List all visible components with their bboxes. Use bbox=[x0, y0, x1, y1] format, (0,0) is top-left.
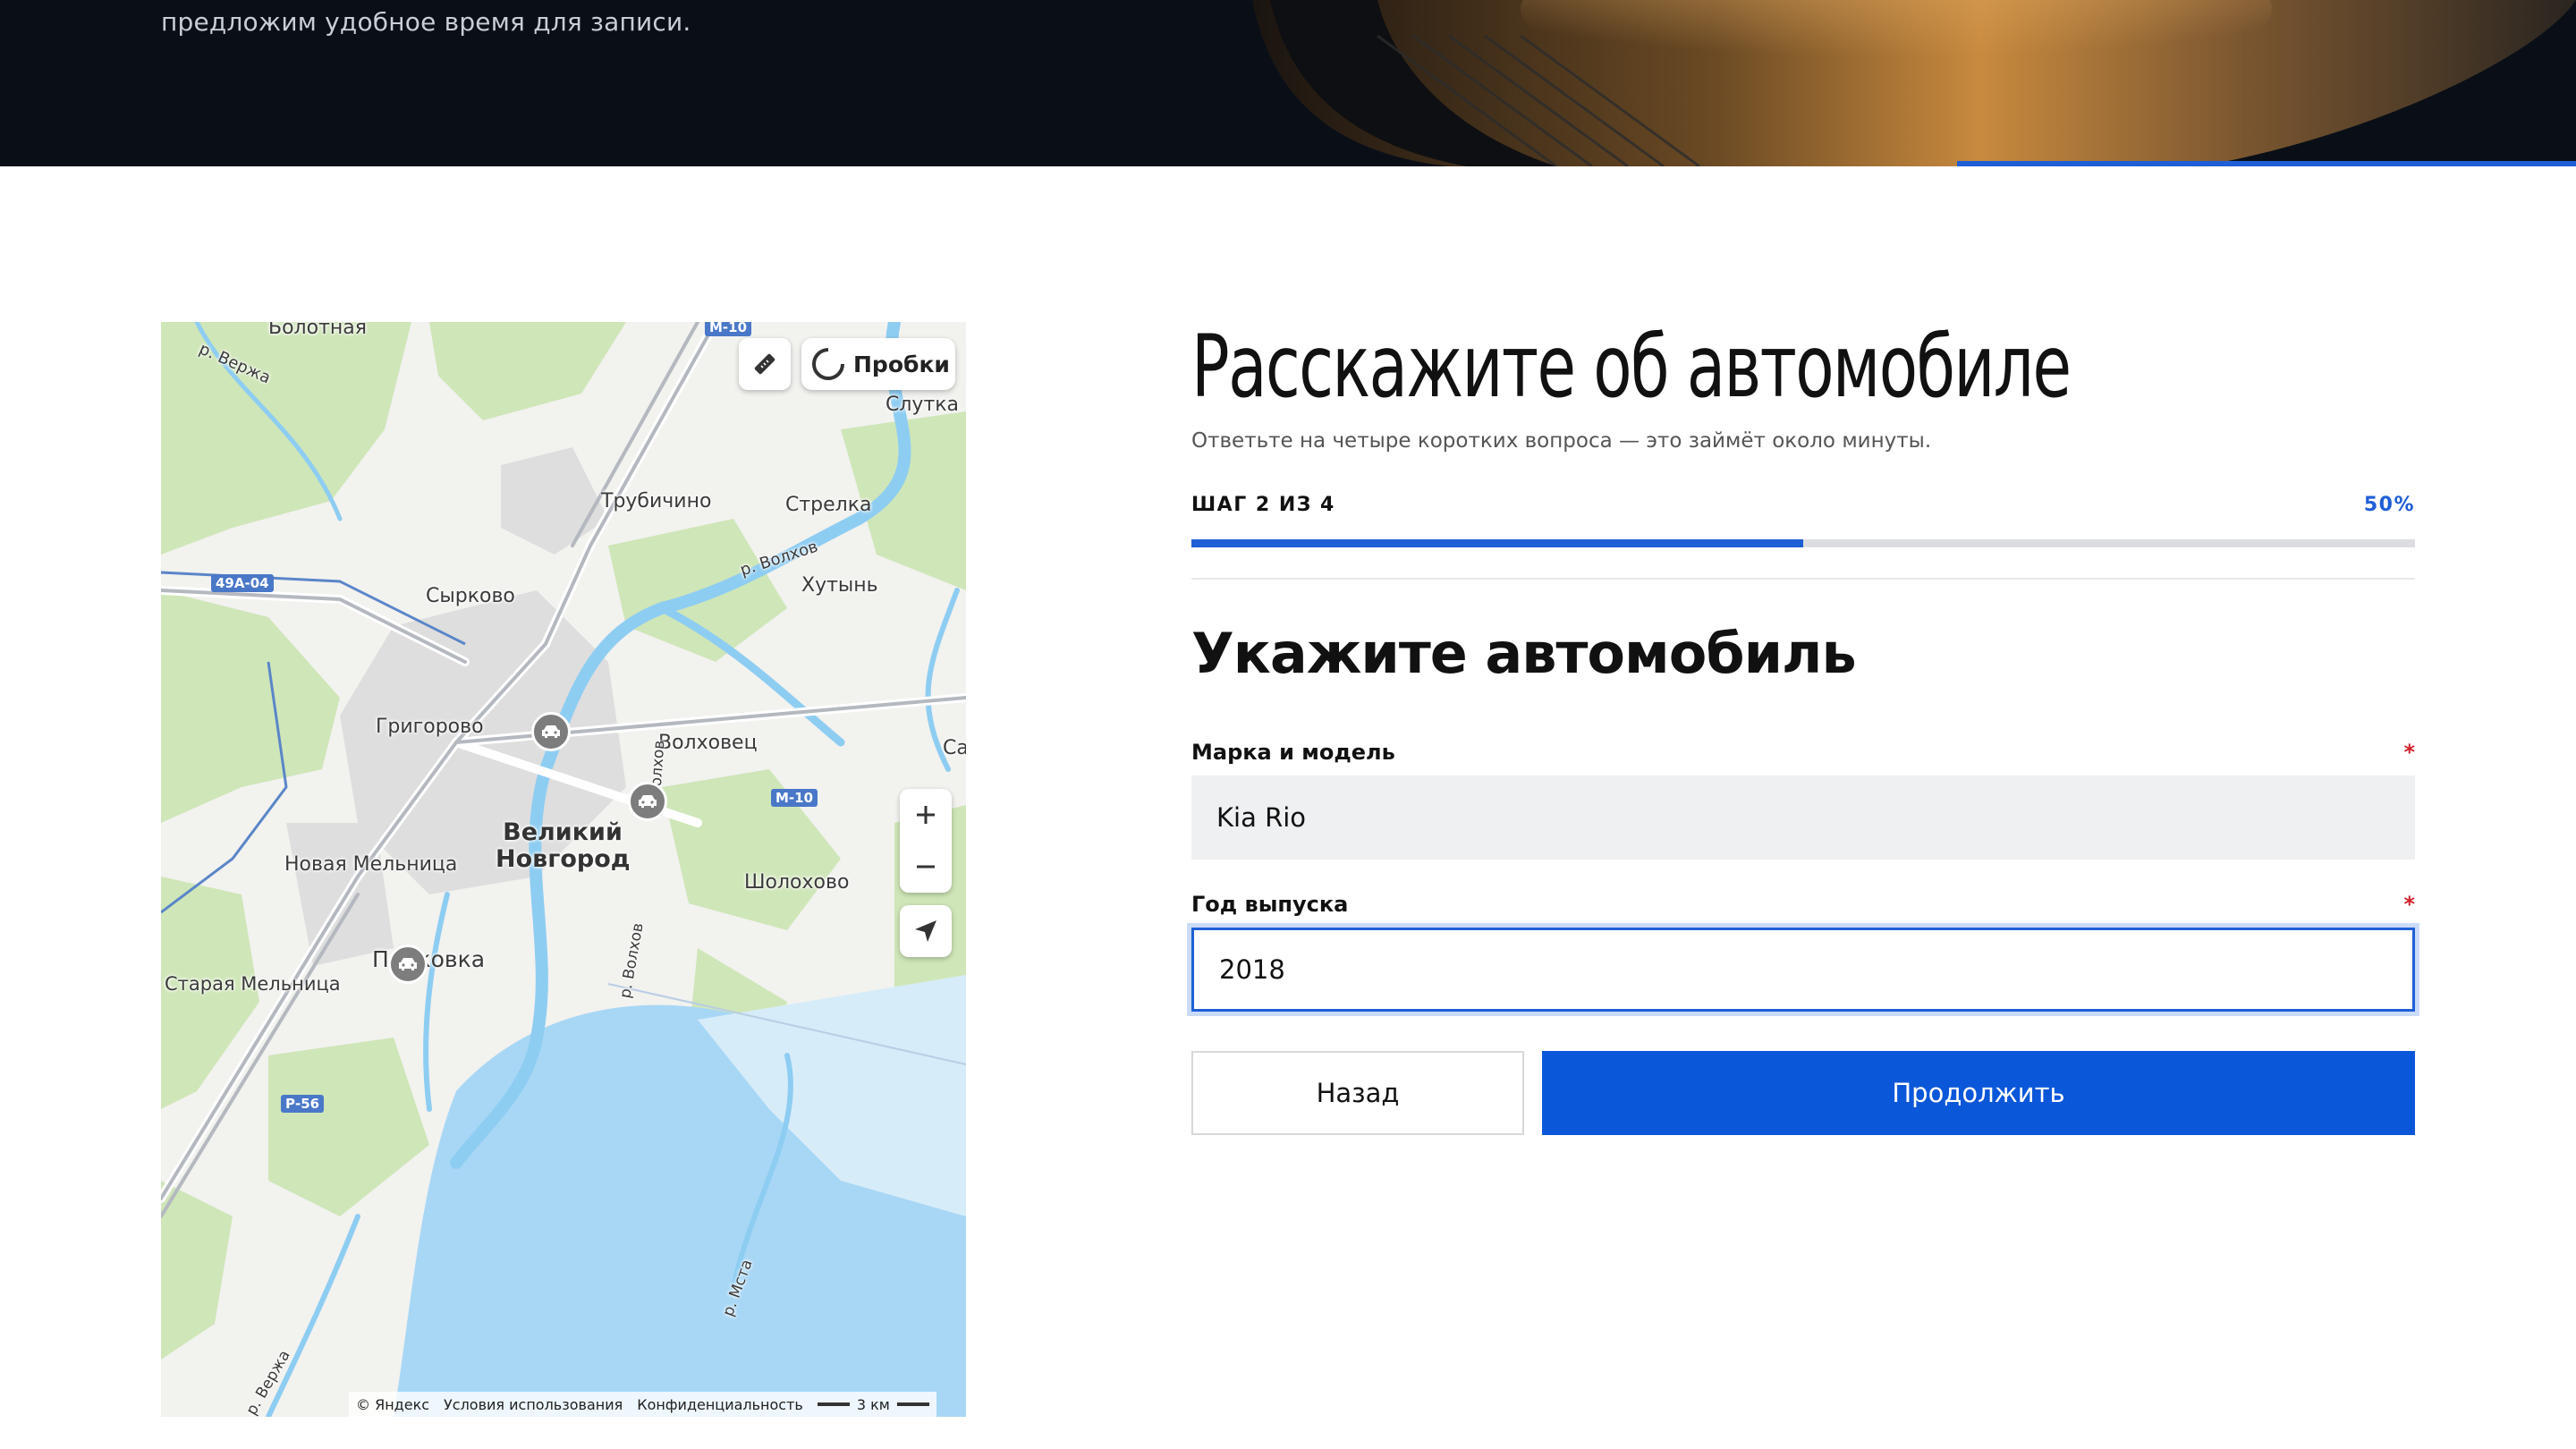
map-label-volkhovets: Волховец bbox=[658, 732, 758, 754]
page-title: Расскажите об автомобиле bbox=[1191, 317, 2072, 417]
progress-bar bbox=[1191, 539, 2415, 547]
step-indicator: ШАГ 2 ИЗ 4 50% bbox=[1191, 494, 2415, 516]
traffic-button[interactable]: Пробки bbox=[801, 338, 955, 390]
make-model-input[interactable] bbox=[1191, 775, 2415, 860]
map-scale: 3 км bbox=[817, 1395, 929, 1413]
map-label-veliky-novgorod: Великий Новгород bbox=[496, 818, 631, 873]
map-widget[interactable]: Болотная р. Вержа Слутка Трубичино Стрел… bbox=[161, 322, 966, 1417]
map-copyright[interactable]: © Яндекс bbox=[356, 1396, 429, 1413]
car-marker-icon[interactable] bbox=[388, 945, 428, 984]
map-label-bolotnaya: Болотная bbox=[268, 322, 367, 339]
ruler-button[interactable] bbox=[739, 338, 791, 390]
divider bbox=[1191, 578, 2415, 580]
map-label-syrkovo: Сырково bbox=[426, 585, 515, 607]
year-label-row: Год выпуска * bbox=[1191, 892, 2415, 917]
map-footer: © Яндекс Условия использования Конфиденц… bbox=[349, 1392, 936, 1417]
step-text: ШАГ 2 ИЗ 4 bbox=[1191, 494, 1335, 516]
year-input[interactable] bbox=[1191, 928, 2415, 1012]
zoom-control bbox=[900, 789, 952, 893]
zoom-out-button[interactable] bbox=[900, 841, 952, 893]
car-hood-image bbox=[1216, 0, 2576, 166]
hero-text: предложим удобное время для записи. bbox=[161, 7, 691, 37]
traffic-icon bbox=[812, 347, 845, 380]
plus-icon bbox=[917, 806, 935, 824]
map-label-sholokhovo: Шолохово bbox=[744, 871, 850, 894]
map-label-khutyn: Хутынь bbox=[801, 574, 878, 597]
map-label-trubichino: Трубичино bbox=[601, 490, 712, 513]
traffic-label: Пробки bbox=[853, 351, 950, 377]
page-subtitle: Ответьте на четыре коротких вопроса — эт… bbox=[1191, 429, 1932, 453]
scale-bar bbox=[896, 1402, 929, 1406]
car-form: Расскажите об автомобиле Ответьте на чет… bbox=[1191, 322, 2415, 1135]
map-terms-link[interactable]: Условия использования bbox=[444, 1396, 623, 1413]
geolocation-button[interactable] bbox=[900, 905, 952, 957]
car-marker-icon[interactable] bbox=[531, 712, 571, 751]
map-label-grigorovo: Григорово bbox=[376, 716, 484, 738]
hero-accent-bar bbox=[1957, 161, 2576, 166]
required-mark: * bbox=[2403, 892, 2415, 917]
form-actions: Назад Продолжить bbox=[1191, 1051, 2415, 1135]
map-privacy-link[interactable]: Конфиденциальность bbox=[637, 1396, 803, 1413]
section-title: Укажите автомобиль bbox=[1191, 621, 1857, 686]
car-marker-icon[interactable] bbox=[628, 782, 667, 821]
make-model-label: Марка и модель bbox=[1191, 740, 1395, 765]
make-model-label-row: Марка и модель * bbox=[1191, 740, 2415, 765]
road-badge-p56: Р-56 bbox=[281, 1095, 325, 1113]
map-label-novaya-melnitsa: Новая Мельница bbox=[284, 853, 458, 876]
zoom-in-button[interactable] bbox=[900, 789, 952, 841]
location-arrow-icon bbox=[915, 920, 936, 942]
map-label-strelka: Стрелка bbox=[785, 494, 872, 516]
required-mark: * bbox=[2403, 740, 2415, 765]
map-label-sa: Са bbox=[943, 737, 966, 759]
ruler-icon bbox=[754, 353, 775, 375]
hero-banner: предложим удобное время для записи. bbox=[0, 0, 2576, 166]
continue-button[interactable]: Продолжить bbox=[1542, 1051, 2415, 1135]
road-badge-m10-top: М-10 bbox=[705, 322, 752, 336]
scale-bar bbox=[817, 1402, 850, 1406]
map-label-staraya-melnitsa: Старая Мельница bbox=[165, 973, 341, 995]
progress-percent: 50% bbox=[2363, 494, 2415, 516]
scale-label: 3 км bbox=[856, 1395, 890, 1413]
year-label: Год выпуска bbox=[1191, 892, 1349, 917]
year-field: Год выпуска * bbox=[1191, 892, 2415, 1012]
road-badge-m10: М-10 bbox=[771, 789, 818, 807]
progress-fill bbox=[1191, 539, 1803, 547]
road-badge-49a04: 49А-04 bbox=[211, 574, 274, 592]
map-label-slutka: Слутка bbox=[886, 394, 960, 416]
minus-icon bbox=[917, 865, 935, 869]
back-button[interactable]: Назад bbox=[1191, 1051, 1524, 1135]
make-model-field: Марка и модель * bbox=[1191, 740, 2415, 860]
